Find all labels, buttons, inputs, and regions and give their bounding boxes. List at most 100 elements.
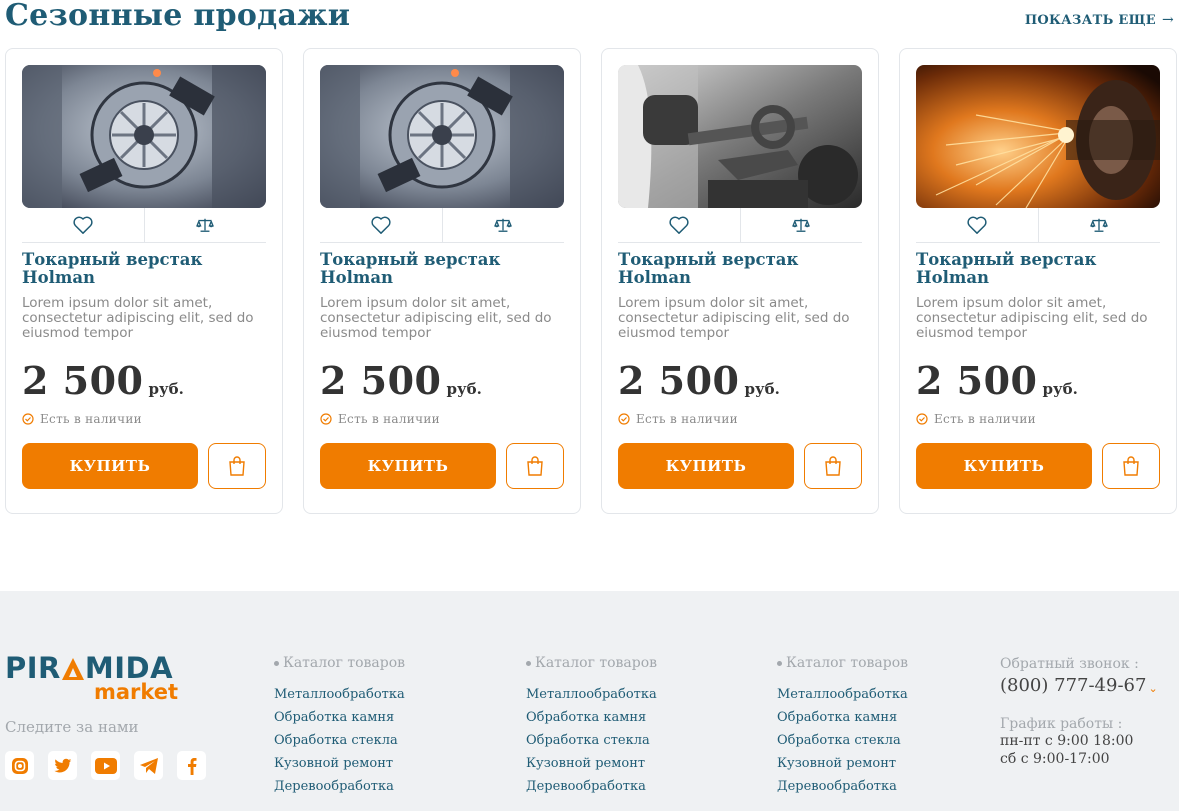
stock-status: Есть в наличии bbox=[320, 412, 440, 426]
footer-link[interactable]: Кузовной ремонт bbox=[777, 752, 908, 775]
schedule-label: График работы : bbox=[1000, 716, 1123, 732]
stock-status: Есть в наличии bbox=[916, 412, 1036, 426]
footer-link[interactable]: Деревообработка bbox=[777, 775, 908, 798]
telegram-icon bbox=[139, 757, 158, 774]
product-title[interactable]: Токарный верстак Holman bbox=[320, 251, 564, 287]
check-circle-icon bbox=[618, 413, 630, 425]
telegram-link[interactable] bbox=[134, 751, 163, 780]
favorite-button[interactable] bbox=[916, 208, 1038, 242]
product-price: 2 500 руб. bbox=[916, 358, 1078, 403]
product-title[interactable]: Токарный верстак Holman bbox=[22, 251, 266, 287]
product-title[interactable]: Токарный верстак Holman bbox=[618, 251, 862, 287]
arrow-right-icon: → bbox=[1161, 12, 1174, 28]
card-actions bbox=[916, 208, 1160, 243]
footer-link[interactable]: Деревообработка bbox=[274, 775, 405, 798]
footer-link[interactable]: Обработка стекла bbox=[526, 729, 657, 752]
buy-button[interactable]: КУПИТЬ bbox=[618, 443, 794, 489]
footer-column: Каталог товаров Металлообработка Обработ… bbox=[274, 655, 405, 798]
footer-link[interactable]: Металлообработка bbox=[777, 683, 908, 706]
footer-link[interactable]: Кузовной ремонт bbox=[526, 752, 657, 775]
product-description: Lorem ipsum dolor sit amet, consectetur … bbox=[22, 295, 254, 341]
footer-link[interactable]: Обработка камня bbox=[777, 706, 908, 729]
check-circle-icon bbox=[22, 413, 34, 425]
footer-link[interactable]: Обработка камня bbox=[274, 706, 405, 729]
footer-link[interactable]: Кузовной ремонт bbox=[274, 752, 405, 775]
favorite-button[interactable] bbox=[618, 208, 740, 242]
phone-number[interactable]: (800) 777-49-67 ⌄ bbox=[1000, 675, 1158, 696]
add-to-cart-button[interactable] bbox=[804, 443, 862, 489]
footer-link[interactable]: Обработка стекла bbox=[777, 729, 908, 752]
schedule-saturday: сб с 9:00-17:00 bbox=[1000, 751, 1110, 767]
callback-label: Обратный звонок : bbox=[1000, 656, 1139, 672]
buy-button[interactable]: КУПИТЬ bbox=[320, 443, 496, 489]
footer-contact: Обратный звонок : (800) 777-49-67 ⌄ Граф… bbox=[1000, 656, 1158, 768]
product-list: Токарный верстак Holman Lorem ipsum dolo… bbox=[5, 48, 1177, 514]
product-card: Токарный верстак Holman Lorem ipsum dolo… bbox=[5, 48, 283, 514]
logo-text-post: MIDA bbox=[84, 651, 174, 685]
social-links bbox=[5, 751, 206, 780]
favorite-button[interactable] bbox=[320, 208, 442, 242]
twitter-link[interactable] bbox=[48, 751, 77, 780]
product-card: Токарный верстак Holman Lorem ipsum dolo… bbox=[899, 48, 1177, 514]
compare-button[interactable] bbox=[1037, 208, 1161, 242]
add-to-cart-button[interactable] bbox=[506, 443, 564, 489]
footer-heading-label: Каталог товаров bbox=[535, 655, 658, 671]
add-to-cart-button[interactable] bbox=[1102, 443, 1160, 489]
footer-column-heading: Каталог товаров bbox=[526, 655, 657, 671]
check-circle-icon bbox=[916, 413, 928, 425]
product-image[interactable] bbox=[916, 65, 1160, 208]
heart-icon bbox=[669, 216, 689, 234]
product-price: 2 500 руб. bbox=[22, 358, 184, 403]
footer-link[interactable]: Металлообработка bbox=[526, 683, 657, 706]
show-more-link[interactable]: ПОКАЗАТЬ ЕЩЕ → bbox=[1025, 12, 1174, 28]
price-value: 2 500 bbox=[618, 358, 740, 403]
product-image[interactable] bbox=[320, 65, 564, 208]
facebook-link[interactable] bbox=[177, 751, 206, 780]
footer-column: Каталог товаров Металлообработка Обработ… bbox=[777, 655, 908, 798]
footer-link[interactable]: Обработка камня bbox=[526, 706, 657, 729]
youtube-link[interactable] bbox=[91, 751, 120, 780]
add-to-cart-button[interactable] bbox=[208, 443, 266, 489]
youtube-icon bbox=[94, 757, 117, 774]
price-value: 2 500 bbox=[22, 358, 144, 403]
product-image[interactable] bbox=[22, 65, 266, 208]
footer-link[interactable]: Деревообработка bbox=[526, 775, 657, 798]
price-currency: руб. bbox=[1042, 380, 1078, 398]
stock-status: Есть в наличии bbox=[618, 412, 738, 426]
price-currency: руб. bbox=[446, 380, 482, 398]
compare-button[interactable] bbox=[441, 208, 565, 242]
heart-icon bbox=[73, 216, 93, 234]
product-description: Lorem ipsum dolor sit amet, consectetur … bbox=[916, 295, 1148, 341]
scales-icon bbox=[494, 218, 513, 232]
product-card: Токарный верстак Holman Lorem ipsum dolo… bbox=[303, 48, 581, 514]
favorite-button[interactable] bbox=[22, 208, 144, 242]
footer-link[interactable]: Металлообработка bbox=[274, 683, 405, 706]
scales-icon bbox=[792, 218, 811, 232]
stock-label: Есть в наличии bbox=[934, 412, 1036, 426]
compare-button[interactable] bbox=[143, 208, 267, 242]
product-title[interactable]: Токарный верстак Holman bbox=[916, 251, 1160, 287]
heart-icon bbox=[967, 216, 987, 234]
scales-icon bbox=[196, 218, 215, 232]
product-image[interactable] bbox=[618, 65, 862, 208]
shopping-bag-icon bbox=[527, 456, 543, 476]
card-actions bbox=[22, 208, 266, 243]
section-title: Сезонные продажи bbox=[5, 0, 351, 33]
instagram-icon bbox=[11, 757, 28, 774]
stock-label: Есть в наличии bbox=[636, 412, 738, 426]
logo-triangle-icon bbox=[61, 658, 84, 680]
footer-link[interactable]: Обработка стекла bbox=[274, 729, 405, 752]
product-price: 2 500 руб. bbox=[618, 358, 780, 403]
footer-heading-label: Каталог товаров bbox=[786, 655, 909, 671]
buy-button[interactable]: КУПИТЬ bbox=[22, 443, 198, 489]
instagram-link[interactable] bbox=[5, 751, 34, 780]
stock-label: Есть в наличии bbox=[338, 412, 440, 426]
buy-button[interactable]: КУПИТЬ bbox=[916, 443, 1092, 489]
compare-button[interactable] bbox=[739, 208, 863, 242]
product-description: Lorem ipsum dolor sit amet, consectetur … bbox=[320, 295, 552, 341]
product-card: Токарный верстак Holman Lorem ipsum dolo… bbox=[601, 48, 879, 514]
product-price: 2 500 руб. bbox=[320, 358, 482, 403]
site-logo[interactable]: PIR MIDA market bbox=[5, 651, 178, 703]
footer-column-heading: Каталог товаров bbox=[777, 655, 908, 671]
logo-text-pre: PIR bbox=[5, 651, 61, 685]
